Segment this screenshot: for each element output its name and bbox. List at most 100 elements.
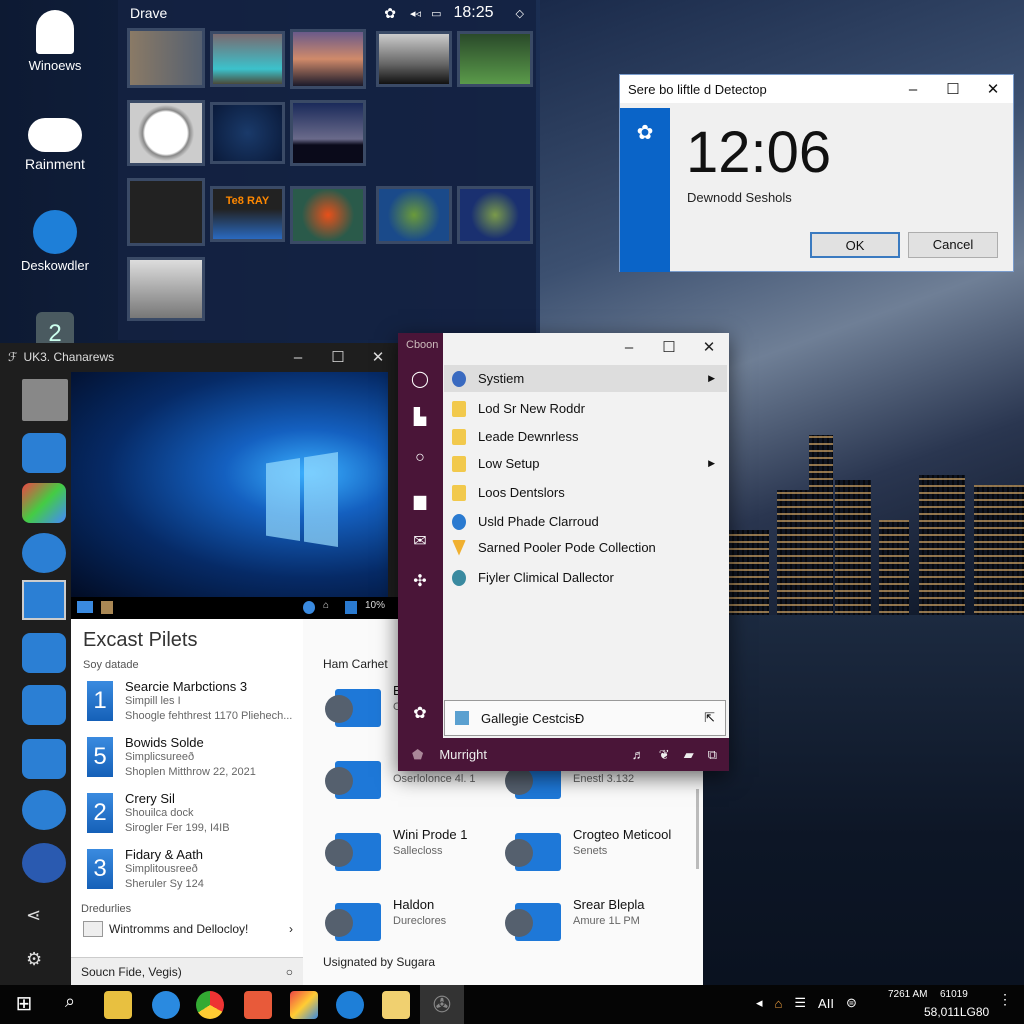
menu-item[interactable]: Usld Phade Clarroud [444,508,727,535]
network-icon[interactable]: ⌂ [323,600,329,611]
thumbnail[interactable] [457,186,533,244]
menu-item[interactable]: Leade Dewnrless [444,423,727,450]
office-icon[interactable] [22,483,66,523]
settings-icon[interactable]: ✿ [410,703,430,723]
desktop-icon-deskowdler[interactable]: Deskowdler [10,210,100,273]
edge-icon[interactable] [336,991,364,1019]
tray-date[interactable]: 58,011LG80 [924,1005,989,1019]
desktop-icon-rainment[interactable]: Rainment [10,112,100,172]
screen-icon[interactable]: ⧉ [708,747,717,763]
menu-item[interactable]: Fiyler Climical Dallector [444,564,727,591]
user-name[interactable]: Murright [439,747,487,762]
thumbnail[interactable] [210,31,285,87]
minimize-button[interactable]: – [278,349,318,366]
home-icon[interactable]: ⌂ [775,996,783,1011]
mail-icon[interactable]: ✉ [410,531,430,551]
security-icon[interactable] [345,601,357,614]
close-button[interactable]: ✕ [689,338,729,356]
clock-thumbnail[interactable] [127,100,205,166]
info-icon[interactable] [303,601,315,614]
briefcase-icon[interactable]: ▆ [410,491,430,511]
ok-button[interactable]: OK [810,232,900,258]
menu-item-system[interactable]: Systiem ▶ [444,365,727,392]
share-icon[interactable]: ⋖ [26,905,41,926]
thumbnail[interactable] [457,31,533,87]
thumbnail[interactable] [376,186,452,244]
settings-icon[interactable]: ⚙ [26,949,42,970]
chrome-icon[interactable] [196,991,224,1019]
folder-item[interactable]: Crogteo Meticool Senets [505,827,675,877]
skype-icon[interactable] [152,991,180,1019]
circle-icon[interactable]: ○ [410,449,430,469]
diamond-icon[interactable]: ◇ [516,7,524,20]
thumbnail[interactable]: Te8 RAY [210,186,285,242]
folder-icon[interactable] [382,991,410,1019]
tray-date-top[interactable]: 61019 [940,989,968,1000]
search-icon[interactable]: ⌕ [56,991,84,1019]
office-icon[interactable] [290,991,318,1019]
cloud-icon[interactable] [22,633,66,673]
thumbnail[interactable] [210,102,285,164]
music-icon[interactable]: ♬ [632,747,645,762]
thumbnail[interactable] [127,257,205,321]
minimize-button[interactable]: – [893,81,933,98]
calendar-icon[interactable] [22,739,66,779]
thumbnail[interactable] [290,100,366,166]
thumbnail[interactable] [127,178,205,246]
mail-icon[interactable] [22,685,66,725]
download-icon[interactable]: ▙ [410,407,430,427]
close-button[interactable]: ✕ [358,348,398,366]
minimize-button[interactable]: – [609,339,649,356]
recent-item[interactable]: Wintromms and Dellocloy! › [83,921,293,937]
settings-icon[interactable]: ✇ [420,985,464,1024]
move-icon[interactable]: ✣ [410,571,430,591]
home-icon[interactable] [22,379,68,421]
power-icon[interactable]: ◯ [410,369,430,389]
people-icon[interactable] [22,433,66,473]
folder-item[interactable]: Srear Blepla Amure 1L PM [505,897,675,947]
file-explorer-icon[interactable] [104,991,132,1019]
feather-icon[interactable]: ❦ [659,747,670,763]
menu-item[interactable]: Sarned Pooler Pode Collection [444,534,727,561]
chat-icon[interactable] [22,790,66,830]
photos-icon[interactable] [244,991,272,1019]
maximize-button[interactable]: ☐ [933,80,973,98]
list-item[interactable]: 1 Searcie Marbctions 3 Simpill les I Shoogl… [83,679,298,731]
start-icon[interactable]: ⊞ [10,991,38,1019]
pen-icon[interactable] [22,580,66,620]
arrow-icon[interactable]: ◂ [756,995,763,1011]
volume-icon[interactable]: ◂◃ [410,7,421,20]
folder-item[interactable]: Haldon Dureclores [325,897,495,947]
list-item[interactable]: 2 Crery Sil Shouilca dock Sirogler Fer 199,… [83,791,298,843]
search-input[interactable]: Soucn Fide, Vegis) ○ [71,957,303,985]
list-item[interactable]: 5 Bowids Solde Simplicsureeð Shoplen Mitthr… [83,735,298,787]
thumbnail[interactable] [127,28,205,88]
list-icon[interactable]: ☰ [794,995,806,1011]
avatar[interactable]: ⬟ [412,747,423,763]
calc-icon[interactable] [101,601,113,614]
thumbnail[interactable] [376,31,452,87]
search-input[interactable]: Gallegie CestcisÐ ⇱ [444,700,726,736]
shield-icon[interactable] [22,843,66,883]
cancel-button[interactable]: Cancel [908,232,998,258]
show-desktop-button[interactable]: ⋮ [998,991,1012,1008]
language-indicator[interactable]: AII [818,996,834,1011]
menu-item[interactable]: Lod Sr New Roddr [444,395,727,422]
video-icon[interactable]: ▰ [684,747,694,763]
maximize-button[interactable]: ☐ [318,348,358,366]
scrollbar[interactable] [696,789,699,869]
close-button[interactable]: ✕ [973,80,1013,98]
edit-icon[interactable] [22,533,66,573]
settings-icon[interactable]: ✿ [384,5,396,22]
battery-icon[interactable]: ▭ [431,7,441,20]
thumbnail[interactable] [290,186,366,244]
sync-icon[interactable]: ⊜ [846,995,857,1011]
maximize-button[interactable]: ☐ [649,338,689,356]
list-item[interactable]: 3 Fidary & Aath Simplitousreeð Sheruler Sy … [83,847,298,899]
thumbnail[interactable] [290,29,366,89]
pin-icon[interactable]: ⇱ [704,710,715,726]
tray-time[interactable]: 7261 AM [888,989,927,1000]
folder-item[interactable]: Wini Prode 1 Sallecloss [325,827,495,877]
desktop-icon-winoews[interactable]: Winoews [10,10,100,73]
menu-item[interactable]: Loos Dentslors [444,479,727,506]
